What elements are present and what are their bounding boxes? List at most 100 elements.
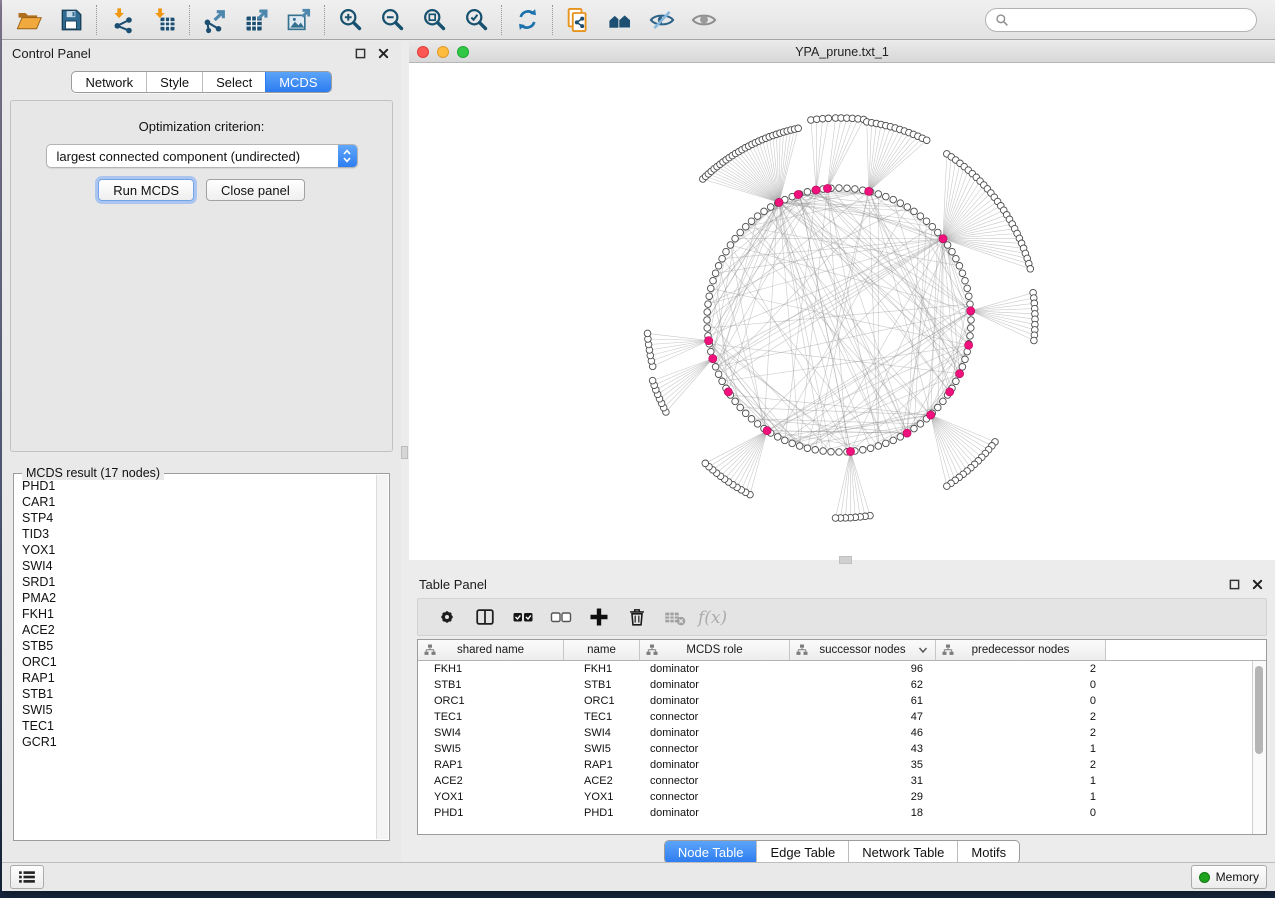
memory-button[interactable]: Memory (1191, 865, 1267, 889)
delete-button[interactable] (620, 602, 654, 632)
float-table-panel-button[interactable] (1226, 576, 1242, 592)
mcds-node-item[interactable]: STB5 (22, 638, 376, 654)
network-home-button[interactable] (599, 3, 641, 37)
mcds-node-item[interactable]: PMA2 (22, 590, 376, 606)
tab-network-table[interactable]: Network Table (848, 841, 957, 863)
tab-edge-table[interactable]: Edge Table (756, 841, 848, 863)
tab-node-table[interactable]: Node Table (665, 841, 757, 863)
list-scrollbar[interactable] (376, 475, 388, 839)
graph-nodes[interactable] (644, 115, 1038, 522)
show-all-button[interactable] (683, 3, 725, 37)
mcds-node-item[interactable]: STP4 (22, 510, 376, 526)
import-table-button[interactable] (143, 3, 185, 37)
function-builder-button[interactable]: f(x) (696, 602, 730, 632)
cell-role: dominator (640, 805, 790, 821)
table-row[interactable]: SWI4SWI4dominator462 (418, 725, 1253, 741)
graph-node (860, 447, 867, 454)
zoom-selected-button[interactable] (455, 3, 497, 37)
mcds-node-item[interactable]: SWI5 (22, 702, 376, 718)
table-row[interactable]: FKH1FKH1dominator962 (418, 661, 1253, 677)
graph-node (897, 200, 904, 207)
table-row[interactable]: STB1STB1dominator620 (418, 677, 1253, 693)
criterion-select[interactable]: largest connected component (undirected) (46, 144, 358, 168)
tab-network[interactable]: Network (72, 72, 146, 92)
zoom-in-button[interactable] (329, 3, 371, 37)
export-web-button[interactable] (557, 3, 599, 37)
close-panel-button[interactable] (375, 45, 391, 61)
mcds-node-item[interactable]: SWI4 (22, 558, 376, 574)
table-settings-button[interactable] (430, 602, 464, 632)
scrollbar-thumb[interactable] (1255, 666, 1263, 754)
mcds-node-item[interactable]: RAP1 (22, 670, 376, 686)
mcds-node-item[interactable]: SRD1 (22, 574, 376, 590)
float-panel-button[interactable] (352, 45, 368, 61)
shared-column-icon (646, 644, 658, 656)
tab-motifs[interactable]: Motifs (957, 841, 1019, 863)
cell-pred: 0 (936, 677, 1106, 693)
table-row[interactable]: TEC1TEC1connector472 (418, 709, 1253, 725)
tab-mcds[interactable]: MCDS (265, 72, 330, 92)
table-row[interactable]: YOX1YOX1connector291 (418, 789, 1253, 805)
table-row[interactable]: SWI5SWI5connector431 (418, 741, 1253, 757)
tab-style[interactable]: Style (146, 72, 202, 92)
network-canvas[interactable] (409, 63, 1275, 560)
global-search[interactable] (985, 8, 1257, 32)
search-input[interactable] (1015, 12, 1247, 28)
table-row[interactable]: PHD1PHD1dominator180 (418, 805, 1253, 821)
deselect-all-button[interactable] (544, 602, 578, 632)
table-type-tabs: Node TableEdge TableNetwork TableMotifs (664, 840, 1020, 864)
graph-node (710, 277, 717, 284)
column-label: shared name (457, 644, 524, 656)
close-table-panel-button[interactable] (1249, 576, 1265, 592)
mcds-node-item[interactable]: PHD1 (22, 478, 376, 494)
graph-node (796, 443, 803, 450)
import-network-button[interactable] (101, 3, 143, 37)
zoom-fit-button[interactable] (413, 3, 455, 37)
export-network-button[interactable] (194, 3, 236, 37)
table-row[interactable]: ORC1ORC1dominator610 (418, 693, 1253, 709)
horizontal-splitter[interactable] (409, 560, 1275, 572)
column-label: MCDS role (686, 644, 742, 656)
refresh-button[interactable] (506, 3, 548, 37)
splitter-handle[interactable] (401, 446, 408, 459)
mcds-node-item[interactable]: YOX1 (22, 542, 376, 558)
mcds-node-item[interactable]: GCR1 (22, 734, 376, 750)
open-session-button[interactable] (8, 3, 50, 37)
save-session-button[interactable] (50, 3, 92, 37)
table-row[interactable]: RAP1RAP1dominator352 (418, 757, 1253, 773)
select-all-button[interactable] (506, 602, 540, 632)
cell-succ: 96 (790, 661, 936, 677)
close-panel-action-button[interactable]: Close panel (206, 179, 305, 201)
column-header-predecessor-nodes[interactable]: predecessor nodes (936, 640, 1106, 661)
column-header-name[interactable]: name (564, 640, 640, 661)
graph-node-mcds (927, 411, 935, 419)
memory-status-icon (1199, 872, 1210, 883)
split-table-panel-button[interactable] (468, 602, 502, 632)
column-header-successor-nodes[interactable]: successor nodes (790, 640, 936, 661)
column-header-MCDS-role[interactable]: MCDS role (640, 640, 790, 661)
hide-selected-button[interactable] (641, 3, 683, 37)
mcds-node-item[interactable]: FKH1 (22, 606, 376, 622)
delete-table-button[interactable] (658, 602, 692, 632)
add-column-button[interactable] (582, 602, 616, 632)
table-row[interactable]: ACE2ACE2connector311 (418, 773, 1253, 789)
export-table-button[interactable] (236, 3, 278, 37)
run-mcds-button[interactable]: Run MCDS (98, 179, 194, 201)
mcds-node-item[interactable]: ACE2 (22, 622, 376, 638)
tab-select[interactable]: Select (202, 72, 265, 92)
shared-column-icon (796, 644, 808, 656)
mcds-node-item[interactable]: CAR1 (22, 494, 376, 510)
splitter-handle[interactable] (839, 556, 852, 564)
graph-node-mcds (965, 341, 973, 349)
mcds-node-item[interactable]: TID3 (22, 526, 376, 542)
panel-menu-button[interactable] (10, 865, 44, 889)
column-header-shared-name[interactable]: shared name (418, 640, 564, 661)
cell-pred: 2 (936, 725, 1106, 741)
zoom-out-button[interactable] (371, 3, 413, 37)
network-graph[interactable] (409, 63, 1275, 560)
table-scrollbar[interactable] (1252, 661, 1266, 834)
mcds-node-item[interactable]: ORC1 (22, 654, 376, 670)
mcds-node-item[interactable]: TEC1 (22, 718, 376, 734)
export-image-button[interactable] (278, 3, 320, 37)
mcds-node-item[interactable]: STB1 (22, 686, 376, 702)
